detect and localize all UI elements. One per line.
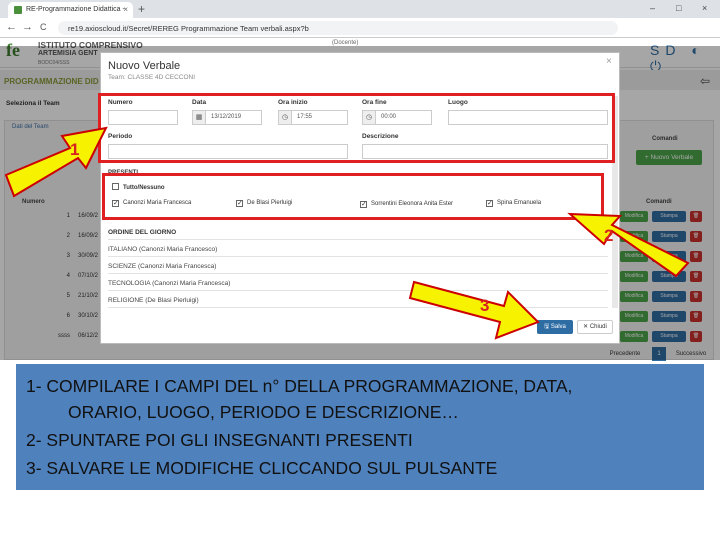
annotation-arrows xyxy=(4,126,690,340)
caption-line-1: 1- COMPILARE I CAMPI DEL n° DELLA PROGRA… xyxy=(26,376,573,396)
page: RE-Programmazione Didattica - × + – □ × … xyxy=(0,0,720,540)
caption-line-3: 2- SPUNTARE POI GLI INSEGNANTI PRESENTI xyxy=(26,430,413,450)
instruction-caption: 1- COMPILARE I CAMPI DEL n° DELLA PROGRA… xyxy=(16,364,704,490)
arrow-2-icon xyxy=(567,212,690,278)
annotation-number-1: 1 xyxy=(70,140,80,159)
caption-line-4: 3- SALVARE LE MODIFICHE CLICCANDO SUL PU… xyxy=(26,458,498,478)
arrow-3-icon xyxy=(408,280,540,340)
annotation-number-3: 3 xyxy=(480,296,490,315)
caption-line-2: ORARIO, LUOGO, PERIODO E DESCRIZIONE… xyxy=(68,402,459,422)
annotation-number-2: 2 xyxy=(604,226,614,245)
arrow-1-icon xyxy=(4,126,108,198)
